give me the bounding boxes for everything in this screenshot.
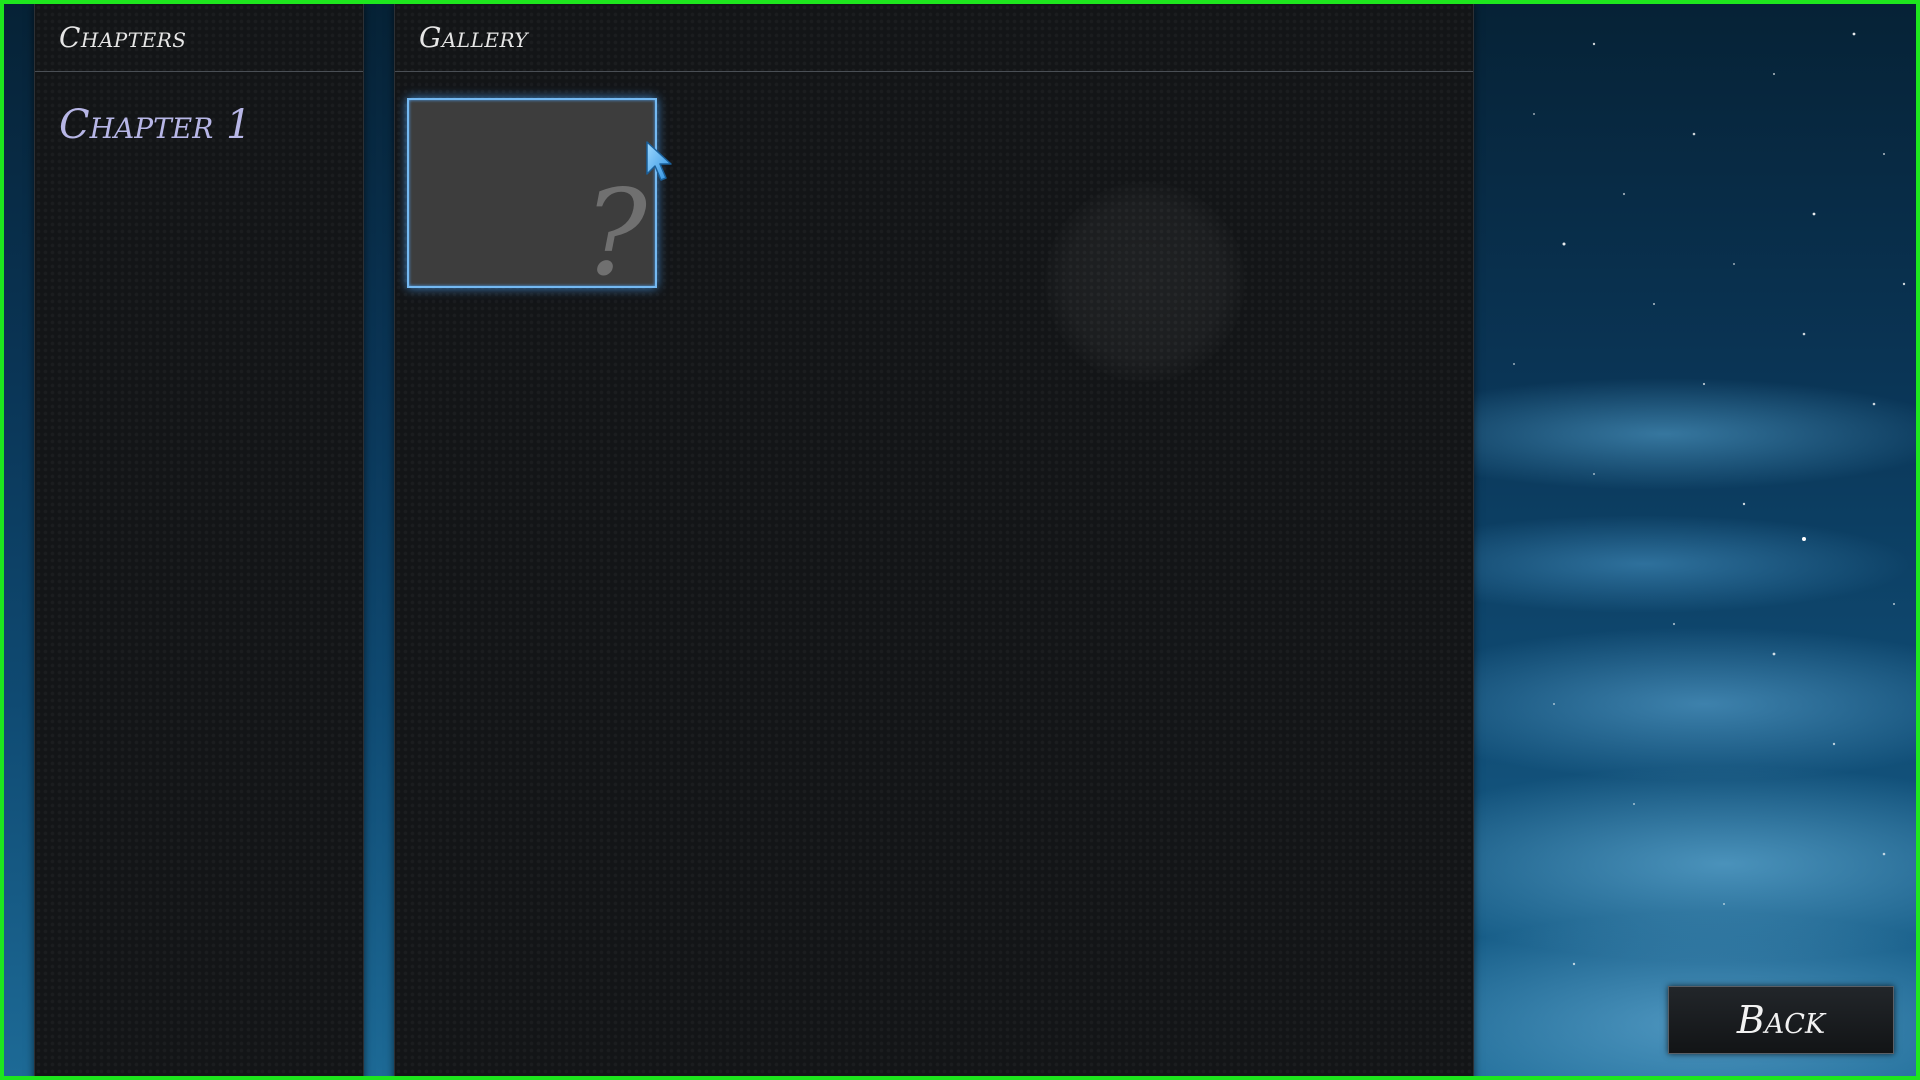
- gallery-screen: Chapters Chapter 1 Gallery ? Back: [0, 0, 1920, 1080]
- chapters-panel-title: Chapters: [35, 4, 363, 72]
- back-button[interactable]: Back: [1668, 986, 1894, 1054]
- starry-sky-background: [1513, 32, 1906, 1015]
- gallery-panel: Gallery ?: [394, 4, 1474, 1076]
- moon-glow-decoration: [1045, 182, 1245, 382]
- chapter-1-item[interactable]: Chapter 1: [59, 102, 251, 148]
- gallery-panel-title: Gallery: [395, 4, 1473, 72]
- gallery-thumbnail-locked[interactable]: ?: [407, 98, 657, 292]
- question-mark-icon: ?: [583, 164, 647, 302]
- chapters-panel: Chapters Chapter 1: [34, 4, 364, 1076]
